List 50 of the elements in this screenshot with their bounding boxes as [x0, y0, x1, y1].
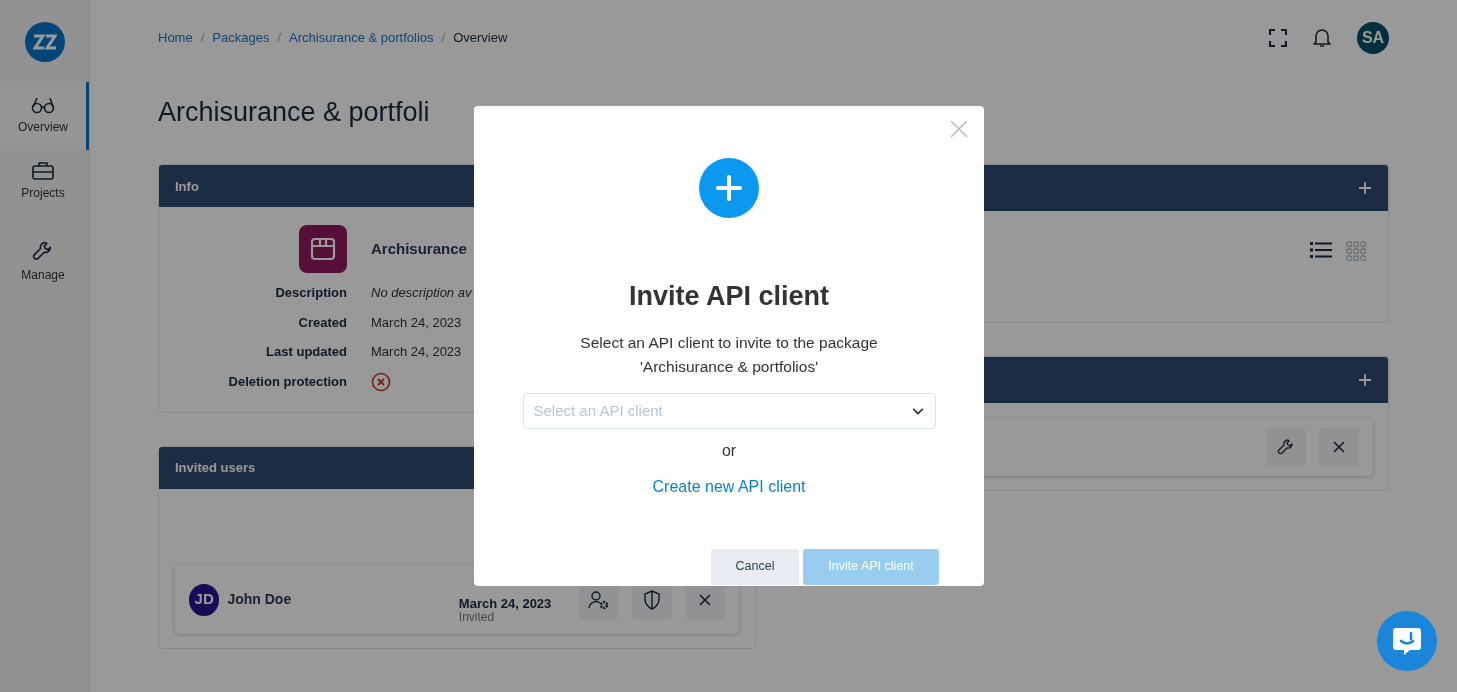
field-value: March 24, 2023	[371, 313, 462, 332]
breadcrumb-link[interactable]: Home	[158, 28, 193, 48]
bell-icon[interactable]	[1313, 28, 1331, 48]
breadcrumb-link[interactable]: Packages	[212, 28, 270, 48]
cancel-button[interactable]: Cancel	[711, 548, 799, 585]
plus-icon[interactable]	[1358, 373, 1372, 388]
breadcrumb-separator: /	[441, 29, 446, 48]
field-label: Description	[274, 284, 347, 303]
field-value: March 24, 2023	[371, 343, 462, 362]
briefcase-icon	[32, 162, 54, 180]
package-icon	[299, 225, 347, 274]
breadcrumb-separator: /	[277, 29, 282, 48]
close-icon	[1332, 440, 1346, 455]
invite-status: Invited	[458, 611, 496, 625]
user-name: John Doe	[227, 590, 293, 610]
field-label: Created	[297, 313, 347, 332]
fullscreen-icon[interactable]	[1269, 29, 1287, 47]
plus-icon	[699, 158, 759, 218]
close-button[interactable]	[1319, 428, 1359, 467]
create-client-link[interactable]: Create new API client	[652, 474, 806, 499]
breadcrumb-current: Overview	[453, 29, 508, 48]
field-label: Last updated	[265, 343, 347, 362]
client-select[interactable]: Select an API client	[522, 392, 936, 429]
sidebar-item[interactable]: Manage	[0, 228, 89, 296]
card-title: Invited users	[175, 459, 256, 478]
breadcrumb-separator: /	[200, 29, 205, 48]
plus-icon[interactable]	[1358, 181, 1372, 196]
wrench-button[interactable]	[1266, 428, 1306, 467]
logo-icon[interactable]	[24, 22, 65, 62]
help-button[interactable]	[1377, 611, 1437, 671]
user-avatar[interactable]: SA	[1357, 22, 1389, 54]
card-title: Info	[175, 177, 199, 196]
breadcrumb-link[interactable]: Archisurance & portfolios	[289, 28, 434, 48]
invite-date: March 24, 2023	[458, 596, 553, 612]
sidebar-item[interactable]: Projects	[0, 150, 89, 214]
package-name: Archisurance	[371, 239, 467, 260]
separator-text: or	[721, 440, 737, 461]
glasses-icon	[31, 96, 55, 114]
close-icon	[698, 592, 712, 607]
field-label: Deletion protection	[227, 373, 347, 392]
user-gear-icon	[588, 589, 610, 610]
shield-icon	[643, 589, 661, 610]
page-title: Archisurance & portfoli	[158, 96, 430, 129]
close-icon	[950, 120, 968, 138]
wrench-icon	[1277, 438, 1295, 457]
user-avatar: JD	[189, 583, 220, 616]
dialog-title: Invite API client	[628, 280, 830, 313]
wrench-icon	[32, 240, 54, 262]
field-value: No description av	[371, 284, 472, 303]
dialog-message: Select an API client to invite to the package 'Archisurance & portfolios'	[579, 332, 879, 377]
